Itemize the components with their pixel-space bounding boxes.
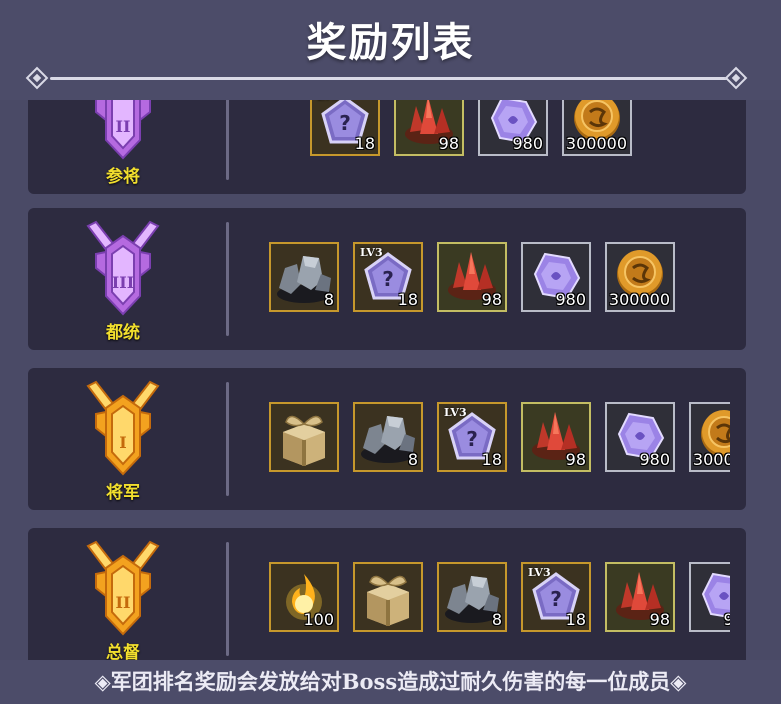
page-title: 奖励列表	[306, 19, 475, 66]
reward-item[interactable]	[353, 562, 423, 632]
reward-item[interactable]: 980	[478, 100, 548, 156]
header: 奖励列表	[0, 0, 781, 100]
rank-badge: III 都统	[68, 218, 178, 343]
item-count: 98	[481, 290, 502, 309]
item-count: 980	[639, 450, 670, 469]
item-count: 18	[481, 450, 502, 469]
reward-items: 8? LV3 18 98 980 300000	[269, 402, 730, 476]
reward-item[interactable]: 980	[605, 402, 675, 472]
rank-label: 总督	[106, 643, 140, 660]
item-count: 18	[354, 134, 375, 153]
row-separator	[226, 222, 229, 336]
svg-text:?: ?	[466, 427, 478, 451]
reward-item[interactable]: ? LV3 18	[437, 402, 507, 472]
item-count: 98	[438, 134, 459, 153]
reward-item[interactable]: 980	[521, 242, 591, 312]
reward-item[interactable]: 98	[605, 562, 675, 632]
item-count: 18	[565, 610, 586, 629]
reward-items: 100 8? LV3 18 98 980	[269, 562, 730, 636]
footer: ◈军团排名奖励会发放给对Boss造成过耐久伤害的每一位成员◈	[0, 660, 781, 704]
row-separator	[226, 382, 229, 496]
reward-item[interactable]: 8	[353, 402, 423, 472]
item-count: 8	[407, 450, 418, 469]
divider-right-diamond-icon	[724, 66, 748, 90]
svg-text:I: I	[119, 433, 126, 452]
reward-item[interactable]: 8	[269, 242, 339, 312]
item-count: 980	[512, 134, 543, 153]
rank-badge: I 将军	[68, 378, 178, 503]
reward-item[interactable]: ? LV3 18	[521, 562, 591, 632]
svg-text:?: ?	[339, 111, 351, 135]
reward-item[interactable]: 8	[437, 562, 507, 632]
reward-item[interactable]: 98	[394, 100, 464, 156]
reward-items: ? LV3 18 98 980 300000	[269, 100, 730, 160]
reward-list[interactable]: II参将?LV31898980300000III都统8?LV3189898030…	[0, 100, 781, 660]
divider-left-diamond-icon	[25, 66, 49, 90]
reward-item[interactable]: 100	[269, 562, 339, 632]
rank-label: 将军	[106, 483, 140, 503]
reward-item[interactable]: ? LV3 18	[353, 242, 423, 312]
reward-item[interactable]	[269, 402, 339, 472]
reward-item[interactable]: 300000	[605, 242, 675, 312]
item-count: 8	[323, 290, 334, 309]
item-count: 98	[565, 450, 586, 469]
reward-item[interactable]: 98	[521, 402, 591, 472]
rank-badge: II 总督	[68, 538, 178, 660]
reward-item[interactable]: 300000	[689, 402, 730, 472]
rank-label: 都统	[106, 323, 140, 343]
rank-label: 参将	[106, 167, 140, 187]
footer-note: ◈军团排名奖励会发放给对Boss造成过耐久伤害的每一位成员◈	[94, 669, 687, 694]
svg-text:?: ?	[382, 267, 394, 291]
item-count: 100	[303, 610, 334, 629]
rank-badge: II 参将	[68, 100, 178, 187]
reward-item[interactable]: 300000	[562, 100, 632, 156]
reward-row: I 将军 8? LV3 18 98 980 300000	[28, 368, 746, 510]
reward-item[interactable]: 98	[437, 242, 507, 312]
svg-text:?: ?	[550, 587, 562, 611]
item-count: 980	[555, 290, 586, 309]
item-level: LV3	[444, 406, 467, 419]
purple-rank-emblem-icon: II	[68, 100, 178, 171]
svg-text:III: III	[112, 273, 134, 292]
row-separator	[226, 542, 229, 656]
item-count: 18	[397, 290, 418, 309]
item-count: 300000	[692, 450, 730, 469]
row-separator	[226, 100, 229, 180]
reward-items: 8? LV3 18 98 980 300000	[269, 242, 730, 316]
item-level: LV3	[528, 566, 551, 579]
gold-rank-emblem-icon: II	[68, 538, 178, 647]
reward-row: II 参将? LV3 18 98 980 300000	[28, 100, 746, 194]
reward-item[interactable]: ? LV3 18	[310, 100, 380, 156]
item-count: 8	[491, 610, 502, 629]
reward-row: II 总督 100 8? LV3 18 98 980	[28, 528, 746, 660]
item-count: 98	[649, 610, 670, 629]
item-count: 980	[723, 610, 730, 629]
reward-item[interactable]: 980	[689, 562, 730, 632]
title-divider	[50, 77, 731, 80]
item-level: LV3	[317, 100, 340, 103]
svg-text:II: II	[116, 593, 131, 612]
purple-rank-emblem-icon: III	[68, 218, 178, 327]
svg-text:II: II	[116, 117, 131, 136]
reward-row: III 都统 8? LV3 18 98 980 300000	[28, 208, 746, 350]
gold-rank-emblem-icon: I	[68, 378, 178, 487]
item-count: 300000	[565, 134, 627, 153]
item-level: LV3	[360, 246, 383, 259]
item-count: 300000	[608, 290, 670, 309]
